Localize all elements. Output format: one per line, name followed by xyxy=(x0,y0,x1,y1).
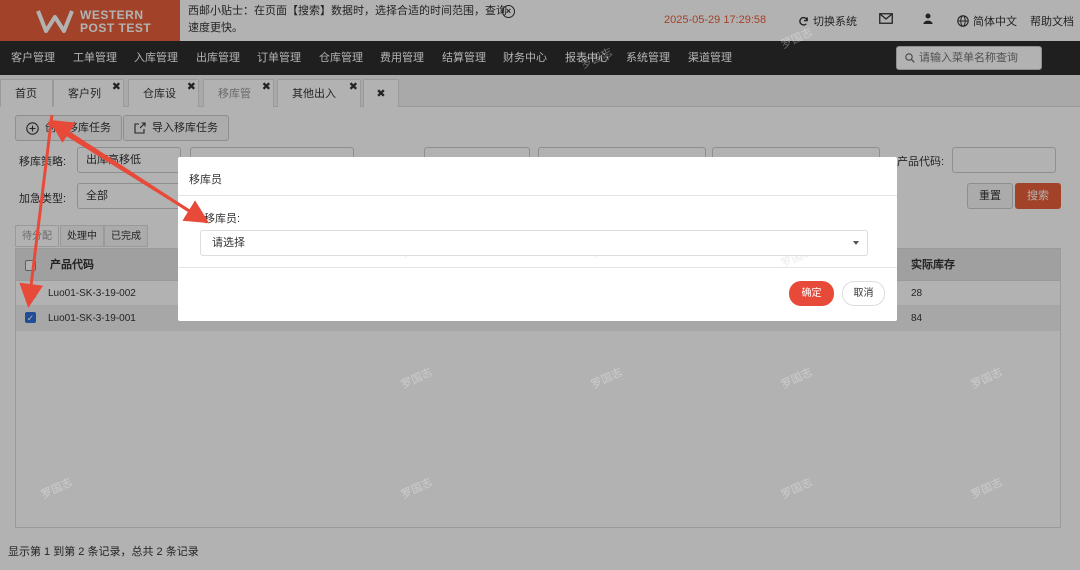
operator-select-value: 请选择 xyxy=(212,237,245,249)
chevron-down-icon xyxy=(853,241,859,245)
transfer-operator-dialog: 移库员 罗国志 罗国志 罗国志 移库员: 请选择 确定 取消 xyxy=(178,157,897,321)
operator-field-label: 移库员: xyxy=(204,213,241,225)
confirm-button[interactable]: 确定 xyxy=(789,281,834,306)
dialog-divider xyxy=(178,267,897,268)
operator-select[interactable]: 请选择 xyxy=(200,230,868,256)
dialog-divider xyxy=(178,195,897,196)
cancel-button[interactable]: 取消 xyxy=(842,281,885,306)
dialog-title: 移库员 xyxy=(189,174,222,186)
